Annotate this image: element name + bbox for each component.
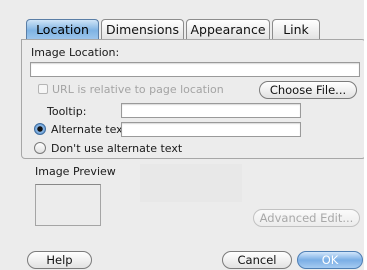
image-properties-dialog: Location Dimensions Appearance Link Imag… (0, 0, 367, 270)
no-alternate-text-radio[interactable] (34, 142, 46, 154)
image-preview-box (35, 184, 101, 226)
tab-dimensions[interactable]: Dimensions (101, 19, 184, 39)
image-preview-label: Image Preview (35, 165, 116, 178)
image-location-input[interactable] (30, 62, 360, 77)
url-relative-label: URL is relative to page location (52, 83, 224, 96)
choose-file-button[interactable]: Choose File... (259, 81, 357, 99)
tooltip-input[interactable] (121, 103, 301, 118)
alternate-text-label: Alternate text: (51, 123, 131, 136)
tab-location[interactable]: Location (26, 19, 99, 39)
alternate-text-radio[interactable] (34, 123, 46, 135)
advanced-edit-button[interactable]: Advanced Edit... (253, 209, 360, 227)
url-relative-checkbox[interactable] (38, 84, 48, 94)
tab-appearance[interactable]: Appearance (186, 19, 270, 39)
no-alternate-text-label: Don't use alternate text (51, 142, 183, 155)
tab-link[interactable]: Link (272, 19, 320, 39)
cancel-button[interactable]: Cancel (222, 251, 292, 269)
help-button[interactable]: Help (27, 251, 92, 269)
image-location-label: Image Location: (31, 46, 120, 59)
ok-button[interactable]: OK (297, 251, 363, 269)
tooltip-label: Tooltip: (47, 105, 87, 118)
alternate-text-input[interactable] (121, 122, 301, 137)
image-preview-area (140, 164, 242, 202)
